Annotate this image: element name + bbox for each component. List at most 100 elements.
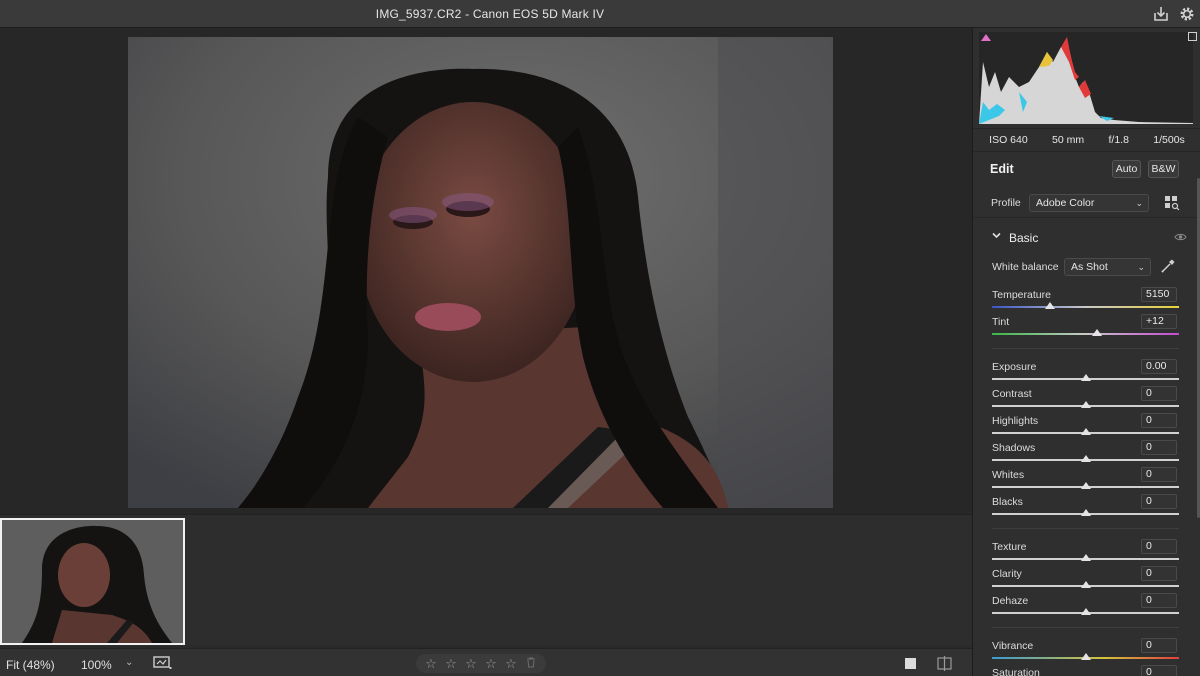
clarity-label: Clarity — [992, 568, 1022, 580]
saturation-value-input[interactable]: 0 — [1141, 665, 1177, 676]
chevron-down-icon[interactable] — [991, 230, 1002, 244]
tint-slider-thumb[interactable] — [1091, 329, 1102, 336]
clarity-value-input[interactable]: 0 — [1141, 566, 1177, 581]
visibility-eye-icon[interactable] — [1174, 232, 1187, 245]
iso-value: ISO 640 — [989, 134, 1028, 146]
section-divider — [992, 528, 1179, 529]
clarity-slider-row: Clarity 0 — [973, 566, 1200, 595]
eyedropper-icon[interactable] — [1160, 258, 1176, 277]
bw-button[interactable]: B&W — [1148, 160, 1179, 178]
fit-zoom-button[interactable]: Fit (48%) — [6, 658, 55, 672]
temperature-value-input[interactable]: 5150 — [1141, 287, 1177, 302]
basic-section-header[interactable]: Basic — [973, 226, 1200, 250]
exposure-label: Exposure — [992, 361, 1037, 373]
window-title: IMG_5937.CR2 - Canon EOS 5D Mark IV — [375, 7, 605, 21]
contrast-label: Contrast — [992, 388, 1032, 400]
filmstrip — [0, 514, 972, 646]
star-icon[interactable]: ☆ — [504, 656, 518, 672]
blacks-slider-thumb[interactable] — [1080, 509, 1091, 516]
dehaze-value-input[interactable]: 0 — [1141, 593, 1177, 608]
texture-label: Texture — [992, 541, 1027, 553]
contrast-value-input[interactable]: 0 — [1141, 386, 1177, 401]
highlights-slider-thumb[interactable] — [1080, 428, 1091, 435]
view-mode-single-icon[interactable] — [904, 657, 918, 673]
shadows-label: Shadows — [992, 442, 1036, 454]
star-rating[interactable]: ☆ ☆ ☆ ☆ ☆ — [416, 654, 546, 673]
highlights-slider-row: Highlights 0 — [973, 413, 1200, 442]
dehaze-slider-thumb[interactable] — [1080, 608, 1091, 615]
texture-slider-thumb[interactable] — [1080, 554, 1091, 561]
basic-section-title: Basic — [1009, 231, 1039, 245]
tint-slider-track[interactable] — [992, 333, 1179, 335]
trash-icon[interactable] — [524, 656, 538, 671]
whites-value-input[interactable]: 0 — [1141, 467, 1177, 482]
chevron-down-icon: ⌄ — [1135, 198, 1143, 208]
section-divider — [992, 348, 1179, 349]
blacks-value-input[interactable]: 0 — [1141, 494, 1177, 509]
zoom-dropdown-chevron-icon[interactable]: ⌄ — [125, 657, 133, 668]
auto-button[interactable]: Auto — [1112, 160, 1141, 178]
contrast-slider-thumb[interactable] — [1080, 401, 1091, 408]
profile-dropdown[interactable]: Adobe Color ⌄ — [1029, 194, 1149, 212]
profile-browser-icon[interactable] — [1164, 195, 1180, 214]
zoom-level-select[interactable]: 100% — [81, 658, 112, 672]
aperture-value: f/1.8 — [1108, 134, 1129, 146]
highlights-label: Highlights — [992, 415, 1039, 427]
temperature-slider-thumb[interactable] — [1044, 302, 1055, 309]
star-icon[interactable]: ☆ — [444, 656, 458, 672]
shadows-slider-thumb[interactable] — [1080, 455, 1091, 462]
exposure-slider-row: Exposure 0.00 — [973, 359, 1200, 388]
saturation-label: Saturation — [992, 667, 1040, 676]
whites-slider-thumb[interactable] — [1080, 482, 1091, 489]
dehaze-label: Dehaze — [992, 595, 1029, 607]
whites-slider-row: Whites 0 — [973, 467, 1200, 496]
save-icon[interactable] — [1151, 4, 1171, 24]
star-icon[interactable]: ☆ — [464, 656, 478, 672]
tint-label: Tint — [992, 316, 1010, 328]
highlight-clipping-indicator[interactable] — [1188, 32, 1197, 41]
tint-slider-row: Tint +12 — [973, 314, 1200, 343]
shadow-clipping-indicator[interactable] — [981, 34, 991, 41]
main-photo-preview[interactable] — [128, 37, 833, 508]
star-icon[interactable]: ☆ — [424, 656, 438, 672]
white-balance-row: White balance As Shot ⌄ — [973, 256, 1200, 278]
shutter-value: 1/500s — [1153, 134, 1185, 146]
star-icon[interactable]: ☆ — [484, 656, 498, 672]
vibrance-value-input[interactable]: 0 — [1141, 638, 1177, 653]
temperature-label: Temperature — [992, 289, 1051, 301]
exposure-slider-thumb[interactable] — [1080, 374, 1091, 381]
saturation-slider-row: Saturation 0 — [973, 665, 1200, 676]
profile-row: Profile Adobe Color ⌄ — [973, 188, 1200, 218]
edit-header: Edit Auto B&W — [973, 152, 1200, 184]
edit-panel: ISO 640 50 mm f/1.8 1/500s Edit Auto B&W… — [972, 28, 1200, 676]
temperature-slider-track[interactable] — [992, 306, 1179, 308]
shadows-value-input[interactable]: 0 — [1141, 440, 1177, 455]
before-after-compare-icon[interactable] — [937, 656, 953, 674]
vibrance-slider-thumb[interactable] — [1080, 653, 1091, 660]
settings-gear-icon[interactable] — [1177, 4, 1197, 24]
filmstrip-thumbnail[interactable] — [0, 518, 185, 645]
white-balance-label: White balance — [992, 261, 1059, 273]
profile-label: Profile — [991, 197, 1021, 209]
white-balance-dropdown[interactable]: As Shot ⌄ — [1064, 258, 1151, 276]
title-bar: IMG_5937.CR2 - Canon EOS 5D Mark IV — [0, 0, 1200, 28]
status-bar: Fit (48%) 100% ⌄ ☆ ☆ ☆ ☆ ☆ — [0, 648, 972, 676]
tint-value-input[interactable]: +12 — [1141, 314, 1177, 329]
texture-slider-row: Texture 0 — [973, 539, 1200, 568]
vibrance-label: Vibrance — [992, 640, 1034, 652]
texture-value-input[interactable]: 0 — [1141, 539, 1177, 554]
highlights-value-input[interactable]: 0 — [1141, 413, 1177, 428]
filmstrip-toggle-icon[interactable] — [153, 655, 173, 674]
profile-dropdown-value: Adobe Color — [1036, 197, 1095, 209]
image-viewer[interactable] — [0, 28, 972, 514]
histogram — [979, 32, 1197, 124]
temperature-slider-row: Temperature 5150 — [973, 287, 1200, 316]
exposure-value-input[interactable]: 0.00 — [1141, 359, 1177, 374]
blacks-slider-row: Blacks 0 — [973, 494, 1200, 523]
shadows-slider-row: Shadows 0 — [973, 440, 1200, 469]
blacks-label: Blacks — [992, 496, 1023, 508]
focal-length-value: 50 mm — [1052, 134, 1085, 146]
dehaze-slider-row: Dehaze 0 — [973, 593, 1200, 622]
clarity-slider-thumb[interactable] — [1080, 581, 1091, 588]
section-divider — [992, 627, 1179, 628]
